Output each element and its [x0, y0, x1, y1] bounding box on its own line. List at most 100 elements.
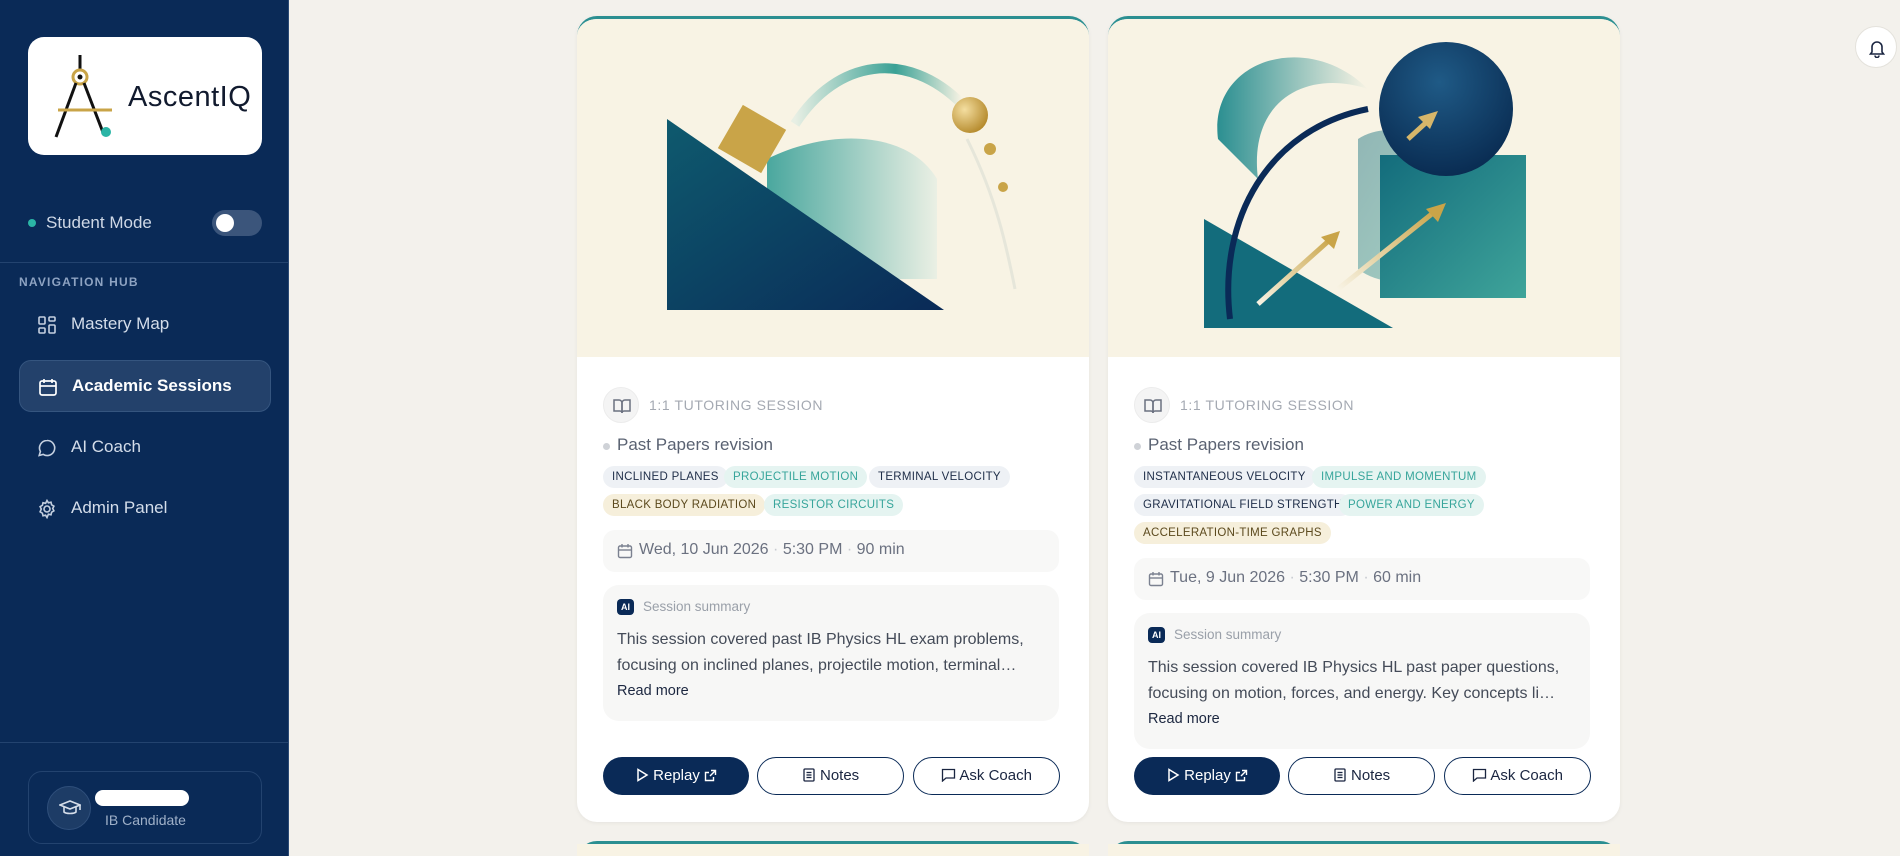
- session-duration: 60 min: [1373, 569, 1422, 586]
- replay-button[interactable]: Replay: [1134, 757, 1280, 795]
- book-icon-box: [603, 387, 639, 423]
- session-illustration: [1108, 19, 1620, 357]
- logo-card[interactable]: AscentIQ: [28, 37, 262, 155]
- ask-coach-label: Ask Coach: [959, 767, 1032, 784]
- summary-text: This session covered past IB Physics HL …: [617, 627, 1047, 679]
- student-mode-row: Student Mode: [28, 210, 262, 236]
- notes-button[interactable]: Notes: [1288, 757, 1435, 795]
- topic-tag: GRAVITATIONAL FIELD STRENGTH: [1134, 494, 1352, 516]
- compass-logo-icon: [54, 55, 112, 138]
- topic-tag: INSTANTANEOUS VELOCITY: [1134, 466, 1315, 488]
- play-icon: [637, 768, 649, 782]
- topic-dot: [1134, 443, 1141, 450]
- profile-card[interactable]: IB Candidate: [28, 771, 262, 844]
- session-time: 5:30 PM: [1299, 569, 1359, 586]
- session-topic: Past Papers revision: [1148, 435, 1304, 454]
- divider: [0, 742, 288, 743]
- sidebar-item-label: AI Coach: [71, 437, 141, 456]
- sidebar: AscentIQ Student Mode NAVIGATION HUB Mas…: [0, 0, 289, 856]
- notes-icon: [1334, 768, 1346, 782]
- topic-tag: PROJECTILE MOTION: [724, 466, 868, 488]
- datetime-text: Tue, 9 Jun 2026 · 5:30 PM · 60 min: [1170, 569, 1422, 586]
- status-dot: [28, 219, 36, 227]
- read-more-link[interactable]: Read more: [617, 683, 689, 699]
- chat-icon: [941, 768, 956, 783]
- session-topic: Past Papers revision: [617, 435, 773, 454]
- session-card-peek: [577, 841, 1089, 856]
- topic-tag: POWER AND ENERGY: [1339, 494, 1484, 516]
- ask-coach-button[interactable]: Ask Coach: [913, 757, 1060, 795]
- book-icon: [613, 399, 631, 414]
- topic-tag: IMPULSE AND MOMENTUM: [1312, 466, 1486, 488]
- external-link-icon: [1235, 769, 1248, 782]
- graduation-cap-icon: [59, 800, 81, 815]
- session-summary: AI Session summary This session covered …: [1134, 613, 1590, 749]
- logo-text: AscentIQ: [128, 81, 252, 113]
- sidebar-item-label: Admin Panel: [71, 498, 168, 517]
- toggle-knob: [216, 214, 234, 232]
- student-mode-toggle[interactable]: [212, 210, 262, 236]
- physics-illustration: [667, 63, 1017, 310]
- grid-icon: [38, 316, 56, 334]
- sidebar-item-label: Academic Sessions: [72, 376, 232, 395]
- topic-tag: BLACK BODY RADIATION: [603, 494, 766, 516]
- session-datetime: Wed, 10 Jun 2026 · 5:30 PM · 90 min: [603, 530, 1059, 572]
- profile-role: IB Candidate: [105, 812, 186, 828]
- book-icon-box: [1134, 387, 1170, 423]
- session-card-peek: [1108, 841, 1620, 856]
- chat-bubble-icon: [38, 439, 56, 457]
- calendar-icon: [39, 379, 57, 396]
- session-datetime: Tue, 9 Jun 2026 · 5:30 PM · 60 min: [1134, 558, 1590, 600]
- session-date: Tue, 9 Jun 2026: [1170, 569, 1286, 586]
- ask-coach-button[interactable]: Ask Coach: [1444, 757, 1591, 795]
- summary-text: This session covered IB Physics HL past …: [1148, 655, 1578, 707]
- sidebar-item-mastery-map[interactable]: Mastery Map: [19, 299, 271, 351]
- ask-coach-label: Ask Coach: [1490, 767, 1563, 784]
- topic-tag: RESISTOR CIRCUITS: [764, 494, 904, 516]
- calendar-icon: [617, 544, 633, 559]
- book-icon: [1144, 399, 1162, 414]
- session-card: 1:1 TUTORING SESSION Past Papers revisio…: [1108, 16, 1620, 822]
- student-mode-label: Student Mode: [46, 213, 152, 232]
- session-date: Wed, 10 Jun 2026: [639, 541, 769, 558]
- ai-badge: AI: [617, 599, 634, 615]
- topic-tag: ACCELERATION-TIME GRAPHS: [1134, 522, 1331, 544]
- replay-button[interactable]: Replay: [603, 757, 749, 795]
- summary-line: focusing on motion, forces, and energy. …: [1148, 685, 1556, 702]
- sidebar-item-admin-panel[interactable]: Admin Panel: [19, 483, 271, 535]
- external-link-icon: [704, 769, 717, 782]
- topic-tag: TERMINAL VELOCITY: [869, 466, 1010, 488]
- notes-label: Notes: [819, 767, 860, 784]
- summary-title: Session summary: [643, 599, 751, 614]
- sidebar-item-label: Mastery Map: [71, 314, 170, 333]
- chat-icon: [1472, 768, 1487, 783]
- ai-badge: AI: [1148, 627, 1165, 643]
- session-card: 1:1 TUTORING SESSION Past Papers revisio…: [577, 16, 1089, 822]
- calendar-icon: [1148, 572, 1164, 587]
- summary-line: focusing on inclined planes, projectile …: [617, 657, 1017, 674]
- topic-tag: INCLINED PLANES: [603, 466, 728, 488]
- avatar: [47, 786, 91, 830]
- replay-label: Replay: [1184, 767, 1231, 784]
- gear-icon: [39, 499, 55, 519]
- notes-button[interactable]: Notes: [757, 757, 904, 795]
- session-type-label: 1:1 TUTORING SESSION: [1180, 397, 1355, 413]
- datetime-text: Wed, 10 Jun 2026 · 5:30 PM · 90 min: [639, 541, 905, 558]
- sidebar-item-ai-coach[interactable]: AI Coach: [19, 422, 271, 474]
- notes-label: Notes: [1350, 767, 1391, 784]
- session-time: 5:30 PM: [782, 541, 843, 558]
- summary-line: This session covered IB Physics HL past …: [1148, 659, 1560, 676]
- topic-dot: [603, 443, 610, 450]
- replay-label: Replay: [653, 767, 700, 784]
- divider: [0, 262, 288, 263]
- bell-icon: [1868, 41, 1886, 58]
- sidebar-item-academic-sessions[interactable]: Academic Sessions: [19, 360, 271, 412]
- summary-title: Session summary: [1174, 627, 1282, 642]
- session-type-label: 1:1 TUTORING SESSION: [649, 397, 824, 413]
- session-duration: 90 min: [856, 541, 905, 558]
- session-illustration: [577, 19, 1089, 357]
- notifications-button[interactable]: [1855, 26, 1897, 68]
- read-more-link[interactable]: Read more: [1148, 711, 1220, 727]
- redacted-name: [95, 790, 189, 806]
- notes-icon: [803, 768, 815, 782]
